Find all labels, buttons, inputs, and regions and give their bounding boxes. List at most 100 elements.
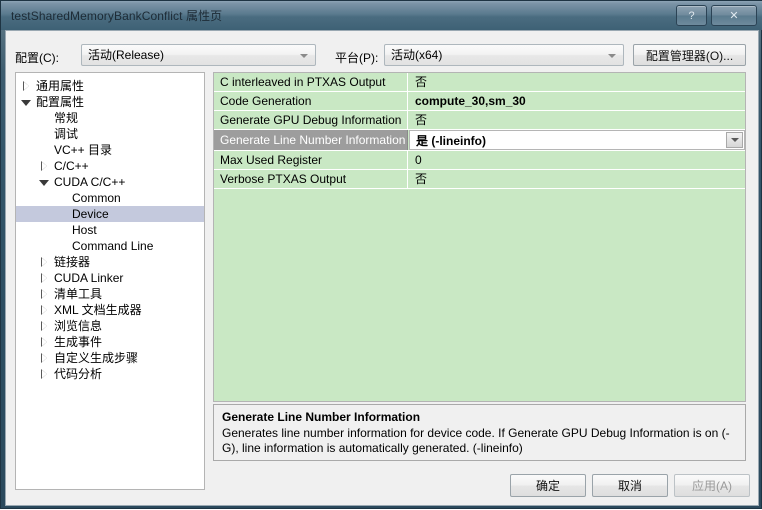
apply-button[interactable]: 应用(A) [674, 474, 750, 497]
property-row[interactable]: Verbose PTXAS Output 否 [214, 170, 745, 189]
title-bar: testSharedMemoryBankConflict 属性页 ? ✕ [1, 1, 762, 30]
tree-item-[interactable]: 调试 [16, 126, 204, 142]
tree-item-xml[interactable]: XML 文档生成器 [16, 302, 204, 318]
tree-item-label: 常规 [54, 111, 79, 125]
tree-item-device[interactable]: Device [16, 206, 204, 222]
configuration-label: 配置(C): [15, 51, 59, 65]
tree-item-[interactable]: 清单工具 [16, 286, 204, 302]
tree-item-[interactable]: 代码分析 [16, 366, 204, 382]
tree-item-label: 通用属性 [36, 79, 85, 93]
property-row[interactable]: Generate GPU Debug Information 否 [214, 111, 745, 130]
tree-expander-closed-icon[interactable] [38, 158, 50, 174]
triangle-right-icon [40, 257, 47, 267]
tree-expander-closed-icon[interactable] [38, 350, 50, 366]
triangle-down-icon [39, 179, 49, 186]
tree-expander-closed-icon[interactable] [38, 302, 50, 318]
triangle-right-icon [40, 321, 47, 331]
tree-item-host[interactable]: Host [16, 222, 204, 238]
triangle-right-icon [40, 305, 47, 315]
description-body: Generates line number information for de… [222, 426, 730, 455]
tree-item-[interactable]: 自定义生成步骤 [16, 350, 204, 366]
triangle-down-icon [21, 99, 31, 106]
tree-expander-closed-icon[interactable] [38, 334, 50, 350]
chevron-down-icon [300, 54, 308, 58]
help-button[interactable]: ? [676, 5, 707, 26]
cancel-button[interactable]: 取消 [592, 474, 668, 497]
property-row[interactable]: Code Generation compute_30,sm_30 [214, 92, 745, 111]
platform-label: 平台(P): [335, 51, 379, 65]
tree-expander-closed-icon[interactable] [20, 78, 32, 94]
triangle-right-icon [22, 81, 29, 91]
tree-expander-closed-icon[interactable] [38, 270, 50, 286]
tree-item-label: 清单工具 [54, 287, 103, 301]
property-value: 0 [409, 151, 745, 169]
property-value-editor[interactable]: 是 (-lineinfo) [409, 130, 745, 150]
tree-item-label: 链接器 [54, 255, 91, 269]
tree-item-label: 代码分析 [54, 367, 103, 381]
tree-item-[interactable]: 常规 [16, 110, 204, 126]
tree-item-label: VC++ 目录 [54, 143, 113, 157]
tree-item-label: Host [72, 223, 97, 237]
tree-expander-closed-icon[interactable] [38, 366, 50, 382]
tree-item-label: 浏览信息 [54, 319, 103, 333]
tree-item-[interactable]: 通用属性 [16, 78, 204, 94]
tree-item-label: 自定义生成步骤 [54, 351, 139, 365]
tree-expander-closed-icon[interactable] [38, 254, 50, 270]
tree-item-label: 调试 [54, 127, 79, 141]
tree-item-label: Device [72, 207, 109, 221]
tree-item-command-line[interactable]: Command Line [16, 238, 204, 254]
property-value: 否 [409, 73, 745, 91]
tree-item-[interactable]: 链接器 [16, 254, 204, 270]
triangle-right-icon [40, 161, 47, 171]
triangle-right-icon [40, 273, 47, 283]
property-name: Verbose PTXAS Output [214, 170, 408, 188]
configuration-manager-button[interactable]: 配置管理器(O)... [633, 44, 746, 66]
triangle-right-icon [40, 289, 47, 299]
property-dropdown-button[interactable] [726, 132, 743, 148]
triangle-right-icon [40, 337, 47, 347]
property-row[interactable]: Generate Line Number Information 是 (-line… [214, 130, 745, 151]
tree-item-cuda-linker[interactable]: CUDA Linker [16, 270, 204, 286]
tree-item-label: CUDA Linker [54, 271, 124, 285]
property-name: Generate GPU Debug Information [214, 111, 408, 129]
property-name: C interleaved in PTXAS Output [214, 73, 408, 91]
title-bar-buttons: ? ✕ [676, 5, 757, 26]
tree-expander-closed-icon[interactable] [38, 286, 50, 302]
property-row[interactable]: C interleaved in PTXAS Output 否 [214, 73, 745, 92]
description-panel: Generate Line Number Information Generat… [213, 404, 746, 461]
tree-item-label: 配置属性 [36, 95, 85, 109]
property-pages-window: testSharedMemoryBankConflict 属性页 ? ✕ 配置(… [0, 0, 762, 509]
tree-item-[interactable]: 浏览信息 [16, 318, 204, 334]
property-value: 否 [409, 111, 745, 129]
tree-item-c/c++[interactable]: C/C++ [16, 158, 204, 174]
window-frame: testSharedMemoryBankConflict 属性页 ? ✕ 配置(… [1, 1, 762, 510]
tree-item-[interactable]: 生成事件 [16, 334, 204, 350]
tree-item-common[interactable]: Common [16, 190, 204, 206]
tree-item-vc++[interactable]: VC++ 目录 [16, 142, 204, 158]
chevron-down-icon [608, 54, 616, 58]
platform-dropdown[interactable]: 活动(x64) [384, 44, 624, 66]
property-row[interactable]: Max Used Register 0 [214, 151, 745, 170]
tree-expander-open-icon[interactable] [20, 94, 32, 110]
tree-item-[interactable]: 配置属性 [16, 94, 204, 110]
triangle-right-icon [40, 369, 47, 379]
tree-expander-open-icon[interactable] [38, 174, 50, 190]
ok-button[interactable]: 确定 [510, 474, 586, 497]
property-grid-panel[interactable]: C interleaved in PTXAS Output 否 Code Gener… [213, 72, 746, 402]
property-value: 否 [409, 170, 745, 188]
property-value: compute_30,sm_30 [409, 92, 745, 110]
triangle-right-icon [40, 353, 47, 363]
close-button[interactable]: ✕ [711, 5, 757, 26]
property-name: Code Generation [214, 92, 408, 110]
configuration-dropdown[interactable]: 活动(Release) [81, 44, 316, 66]
property-tree-panel[interactable]: 通用属性配置属性常规调试 VC++ 目录 C/C++ CUDA C/C++ Common… [15, 72, 205, 490]
property-name: Max Used Register [214, 151, 408, 169]
property-grid-rows: C interleaved in PTXAS Output 否 Code Gener… [214, 73, 745, 189]
tree-item-label: Command Line [72, 239, 154, 253]
tree-item-cuda-c/c++[interactable]: CUDA C/C++ [16, 174, 204, 190]
configuration-value: 活动(Release) [88, 48, 165, 62]
tree-expander-closed-icon[interactable] [38, 318, 50, 334]
tree-item-label: CUDA C/C++ [54, 175, 126, 189]
tree-item-label: 生成事件 [54, 335, 103, 349]
description-title: Generate Line Number Information [222, 410, 421, 424]
